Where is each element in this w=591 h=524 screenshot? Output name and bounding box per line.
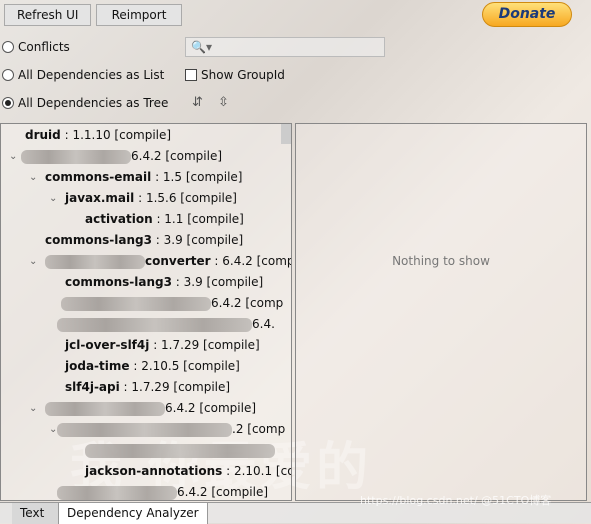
redacted-text (85, 443, 275, 458)
artifact-version: 6.4.2 [compile] (165, 401, 257, 415)
artifact-version: : 3.9 [compile] (151, 233, 244, 247)
tree-node[interactable]: commons-lang3 : 3.9 [compile] (45, 230, 243, 251)
radio-all-tree[interactable]: All Dependencies as Tree (2, 96, 168, 110)
radio-icon (2, 41, 14, 53)
artifact-version: : 1.7.29 [compile] (119, 380, 231, 394)
artifact-version: .2 [comp (232, 422, 286, 436)
show-groupid-checkbox[interactable]: Show GroupId (185, 68, 285, 82)
tree-node[interactable]: activation : 1.1 [compile] (85, 209, 244, 230)
search-input[interactable]: 🔍▾ (185, 37, 385, 57)
search-icon: 🔍▾ (191, 40, 212, 54)
artifact-version: 6.4.2 [compile] (177, 485, 269, 499)
tree-node[interactable]: commons-email : 1.5 [compile] (45, 167, 242, 188)
collapse-all-icon[interactable]: ⇳ (218, 95, 229, 110)
checkbox-label: Show GroupId (201, 68, 285, 82)
artifact-version: 6.4.2 [comp (211, 296, 284, 310)
tree-node[interactable]: commons-lang3 : 3.9 [compile] (65, 272, 263, 293)
artifact-version: 6.4.2 [compile] (131, 149, 223, 163)
tree-node[interactable]: jackson-annotations : 2.10.1 [cor (85, 461, 292, 482)
tree-node[interactable]: jcl-over-slf4j : 1.7.29 [compile] (65, 335, 260, 356)
tree-scrollbar[interactable] (281, 124, 291, 144)
radio-all-list[interactable]: All Dependencies as List (2, 68, 164, 82)
artifact-name: converter (145, 254, 211, 268)
tree-node[interactable]: joda-time : 2.10.5 [compile] (65, 356, 240, 377)
tree-node[interactable]: javax.mail : 1.5.6 [compile] (65, 188, 237, 209)
radio-label: All Dependencies as List (18, 68, 165, 82)
watermark: https://blog.csdn.net/ @51CTO博客 (360, 494, 552, 507)
artifact-name: activation (85, 212, 153, 226)
artifact-name: joda-time (65, 359, 130, 373)
dependency-tree[interactable]: druid : 1.1.10 [compile] ⌄ 6.4.2 [compile]… (0, 123, 292, 501)
chevron-down-icon[interactable]: ⌄ (29, 251, 37, 272)
radio-icon (2, 69, 14, 81)
artifact-name: slf4j-api (65, 380, 120, 394)
checkbox-icon (185, 69, 197, 81)
redacted-text (61, 296, 211, 311)
redacted-text (57, 317, 252, 332)
reimport-button[interactable]: Reimport (96, 4, 182, 26)
redacted-text (45, 401, 165, 416)
tree-node[interactable]: 6.4.2 [comp (61, 293, 283, 314)
tree-node[interactable]: 6.4.2 [compile] (21, 146, 222, 167)
tree-node[interactable]: .2 [comp (57, 419, 285, 440)
radio-icon (2, 97, 14, 109)
tab-dependency-analyzer[interactable]: Dependency Analyzer (59, 503, 208, 524)
artifact-name: jcl-over-slf4j (65, 338, 150, 352)
artifact-version: : 1.5.6 [compile] (134, 191, 237, 205)
artifact-version: : 3.9 [compile] (171, 275, 264, 289)
chevron-down-icon[interactable]: ⌄ (29, 398, 37, 419)
tree-node[interactable]: druid : 1.1.10 [compile] (25, 125, 171, 146)
radio-conflicts[interactable]: Conflicts (2, 40, 70, 54)
redacted-text (57, 485, 177, 500)
tree-node[interactable]: 6.4.2 [compile] (57, 482, 269, 500)
redacted-text (57, 422, 232, 437)
artifact-name: commons-email (45, 170, 152, 184)
artifact-version: : 2.10.5 [compile] (129, 359, 240, 373)
tree-node[interactable]: 6.4.2 [compile] (45, 398, 256, 419)
chevron-down-icon[interactable]: ⌄ (9, 146, 17, 167)
tree-node[interactable]: 6.4. (57, 314, 275, 335)
artifact-name: javax.mail (65, 191, 135, 205)
artifact-name: druid (25, 128, 61, 142)
redacted-text (21, 149, 131, 164)
artifact-version: : 1.1 [compile] (152, 212, 244, 226)
artifact-version: : 2.10.1 [cor (222, 464, 292, 478)
chevron-down-icon[interactable]: ⌄ (49, 188, 57, 209)
detail-panel: Nothing to show (295, 123, 587, 501)
radio-label: All Dependencies as Tree (18, 96, 169, 110)
tree-node[interactable]: converter : 6.4.2 [comp (45, 251, 292, 272)
artifact-name: commons-lang3 (65, 275, 172, 289)
artifact-version: : 1.1.10 [compile] (60, 128, 172, 142)
refresh-ui-button[interactable]: Refresh UI (4, 4, 92, 26)
tree-node[interactable]: slf4j-api : 1.7.29 [compile] (65, 377, 230, 398)
artifact-name: commons-lang3 (45, 233, 152, 247)
artifact-version: : 1.5 [compile] (151, 170, 243, 184)
radio-label: Conflicts (18, 40, 70, 54)
artifact-version: : 1.7.29 [compile] (149, 338, 260, 352)
tree-node[interactable] (85, 440, 275, 461)
redacted-text (45, 254, 145, 269)
expand-all-icon[interactable]: ⇵ (192, 95, 203, 110)
chevron-down-icon[interactable]: ⌄ (29, 167, 37, 188)
donate-button[interactable]: Donate (482, 2, 572, 27)
artifact-version: 6.4. (252, 317, 275, 331)
tab-text[interactable]: Text (12, 503, 59, 524)
empty-message: Nothing to show (392, 254, 490, 268)
artifact-name: jackson-annotations (85, 464, 223, 478)
artifact-version: : 6.4.2 [comp (210, 254, 292, 268)
